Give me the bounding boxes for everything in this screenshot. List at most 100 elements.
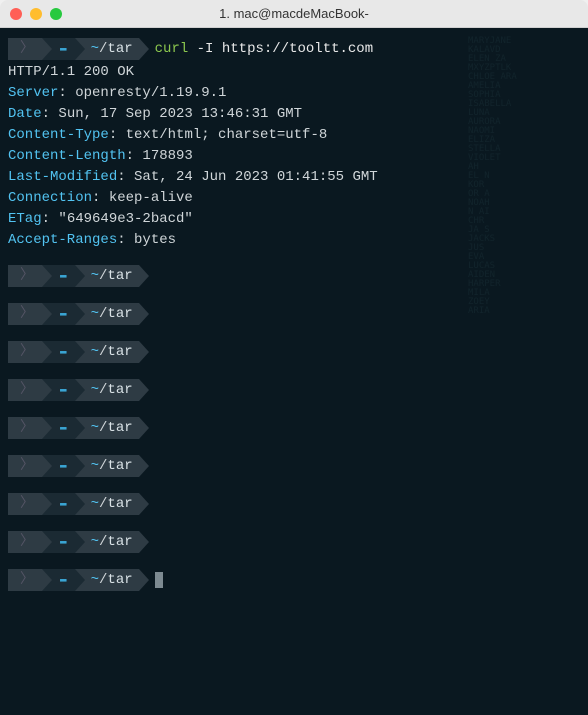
path-sep: /	[99, 380, 107, 401]
path-sep: /	[99, 456, 107, 477]
header-line: Connection: keep-alive	[8, 188, 580, 209]
folder-icon: ▬	[60, 382, 67, 399]
path-sep: /	[99, 494, 107, 515]
path-tilde: ~	[91, 39, 99, 60]
terminal-body[interactable]: MARYJANE KALAVD ELEN ZA MXYZPTLK CHLOE A…	[0, 28, 588, 715]
path-sep: /	[99, 570, 107, 591]
path-sep: /	[99, 39, 107, 60]
path-dir: tar	[107, 342, 132, 363]
header-line: Last-Modified: Sat, 24 Jun 2023 01:41:55…	[8, 167, 580, 188]
header-line: Server: openresty/1.19.9.1	[8, 83, 580, 104]
command-flag: -I	[197, 41, 222, 57]
command-name: curl	[155, 41, 189, 57]
prompt-row: 〉 ▬ ~/tar	[8, 493, 580, 515]
prompt-row: 〉 ▬ ~/tar	[8, 417, 580, 439]
close-icon[interactable]	[10, 8, 22, 20]
prompt-row: 〉▬~/tar	[8, 265, 580, 287]
minimize-icon[interactable]	[30, 8, 42, 20]
path-dir: tar	[107, 266, 132, 287]
header-value: : Sun, 17 Sep 2023 13:46:31 GMT	[42, 106, 302, 122]
apple-segment: 〉	[8, 417, 42, 439]
apple-segment: 〉	[8, 341, 42, 363]
apple-segment: 〉	[8, 455, 42, 477]
flag-text: -I	[197, 41, 214, 57]
header-name: Server	[8, 85, 58, 101]
path-dir: tar	[107, 380, 132, 401]
path-tilde: ~	[91, 342, 99, 363]
header-name: Content-Length	[8, 148, 126, 164]
folder-icon: ▬	[60, 268, 67, 285]
chevron-right-icon: 〉	[20, 304, 34, 325]
path-tilde: ~	[91, 418, 99, 439]
header-value: : Sat, 24 Jun 2023 01:41:55 GMT	[117, 169, 377, 185]
apple-segment: 〉	[8, 493, 42, 515]
http-output: HTTP/1.1 200 OK Server: openresty/1.19.9…	[8, 62, 580, 251]
header-name: Date	[8, 106, 42, 122]
prompt-row: 〉▬~/tar	[8, 569, 580, 591]
prompt-row: 〉▬~/tar	[8, 303, 580, 325]
shell-prompt: 〉 ▬ ~/tar	[8, 379, 139, 401]
apple-segment: 〉	[8, 265, 42, 287]
apple-segment: 〉	[8, 379, 42, 401]
shell-prompt: 〉▬~/tar	[8, 455, 139, 477]
folder-icon: ▬	[60, 344, 67, 361]
shell-prompt: 〉▬~/tar	[8, 265, 139, 287]
header-name: Last-Modified	[8, 169, 117, 185]
path-tilde: ~	[91, 380, 99, 401]
chevron-right-icon: 〉	[20, 39, 34, 60]
shell-prompt: 〉 ▬ ~/tar	[8, 417, 139, 439]
prompt-row: 〉 ▬ ~/tar	[8, 379, 580, 401]
chevron-right-icon: 〉	[20, 456, 34, 477]
header-value: : openresty/1.19.9.1	[58, 85, 226, 101]
path-tilde: ~	[91, 266, 99, 287]
shell-prompt: 〉▬~/tar	[8, 569, 139, 591]
shell-prompt: 〉 ▬ ~/tar	[8, 38, 139, 60]
apple-segment: 〉	[8, 38, 42, 60]
folder-icon: ▬	[60, 420, 67, 437]
path-tilde: ~	[91, 532, 99, 553]
apple-segment: 〉	[8, 303, 42, 325]
header-line: Content-Type: text/html; charset=utf-8	[8, 125, 580, 146]
header-name: Content-Type	[8, 127, 109, 143]
header-value: : "649649e3-2bacd"	[42, 211, 193, 227]
empty-prompts: 〉▬~/tar〉▬~/tar〉▬~/tar〉▬~/tar〉▬~/tar〉▬~/t…	[8, 265, 580, 591]
path-tilde: ~	[91, 494, 99, 515]
header-value: : keep-alive	[92, 190, 193, 206]
path-sep: /	[99, 418, 107, 439]
folder-icon: ▬	[60, 41, 67, 58]
path-dir: tar	[107, 418, 132, 439]
path-dir: tar	[107, 570, 132, 591]
prompt-row: 〉 ▬ ~/tar	[8, 341, 580, 363]
header-line: Accept-Ranges: bytes	[8, 230, 580, 251]
titlebar[interactable]: 1. mac@macdeMacBook-	[0, 0, 588, 28]
chevron-right-icon: 〉	[20, 494, 34, 515]
folder-icon: ▬	[60, 496, 67, 513]
path-dir: tar	[107, 532, 132, 553]
header-line: ETag: "649649e3-2bacd"	[8, 209, 580, 230]
command-line: curl -I https://tooltt.com	[155, 39, 373, 60]
http-headers: Server: openresty/1.19.9.1Date: Sun, 17 …	[8, 83, 580, 251]
path-sep: /	[99, 304, 107, 325]
folder-icon: ▬	[60, 306, 67, 323]
prompt-row: 〉▬~/tar	[8, 455, 580, 477]
header-line: Content-Length: 178893	[8, 146, 580, 167]
path-sep: /	[99, 342, 107, 363]
http-status: HTTP/1.1 200 OK	[8, 62, 580, 83]
chevron-right-icon: 〉	[20, 418, 34, 439]
traffic-lights	[10, 8, 62, 20]
window-title: 1. mac@macdeMacBook-	[0, 6, 588, 21]
folder-icon: ▬	[60, 572, 67, 589]
chevron-right-icon: 〉	[20, 570, 34, 591]
folder-icon: ▬	[60, 458, 67, 475]
header-name: ETag	[8, 211, 42, 227]
chevron-right-icon: 〉	[20, 380, 34, 401]
terminal-window: 1. mac@macdeMacBook- MARYJANE KALAVD ELE…	[0, 0, 588, 715]
folder-icon: ▬	[60, 534, 67, 551]
maximize-icon[interactable]	[50, 8, 62, 20]
header-value: : 178893	[126, 148, 193, 164]
shell-prompt: 〉 ▬ ~/tar	[8, 341, 139, 363]
path-dir: tar	[107, 494, 132, 515]
path-dir: tar	[107, 304, 132, 325]
header-line: Date: Sun, 17 Sep 2023 13:46:31 GMT	[8, 104, 580, 125]
chevron-right-icon: 〉	[20, 532, 34, 553]
